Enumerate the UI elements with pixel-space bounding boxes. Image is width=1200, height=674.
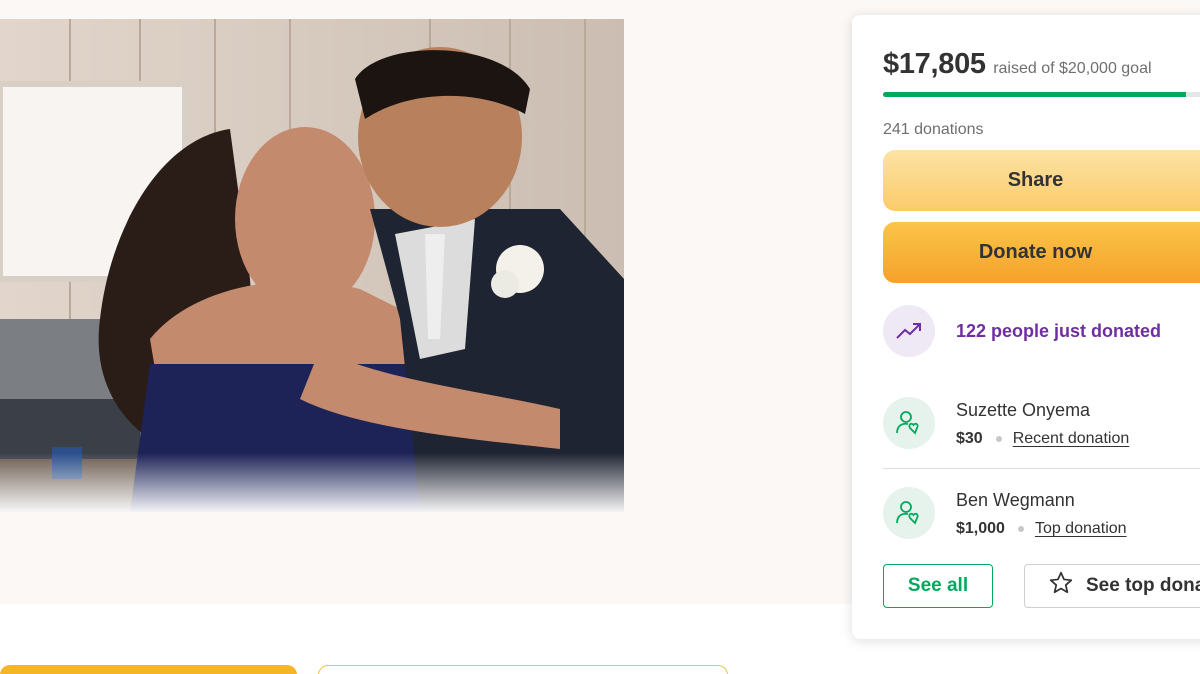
donor-amount: $1,000 (956, 520, 1005, 537)
star-icon (1048, 570, 1074, 602)
share-button[interactable]: Share (883, 150, 1200, 211)
see-top-donations-button[interactable]: See top donations (1024, 564, 1200, 608)
donor-name: Ben Wegmann (956, 490, 1075, 510)
recent-activity: 122 people just donated (883, 305, 1161, 357)
donor-heart-icon (883, 397, 935, 449)
donor-item: Ben Wegmann $1,000 Top donation (883, 486, 1127, 539)
recent-donors-text: 122 people just donated (956, 320, 1162, 341)
progress-bar (883, 92, 1200, 97)
see-top-donations-label: See top donations (1086, 575, 1200, 596)
bottom-primary-button[interactable] (0, 665, 297, 674)
separator-dot (995, 436, 1002, 442)
progress-fill (883, 92, 1186, 97)
donor-amount: $30 (956, 430, 983, 447)
campaign-photo (0, 19, 624, 512)
top-donation-link[interactable]: Top donation (1035, 520, 1127, 538)
raised-summary: $17,805 raised of $20,000 goal (883, 48, 1152, 81)
donations-count: 241 donations (883, 121, 984, 138)
recent-donation-link[interactable]: Recent donation (1013, 430, 1130, 448)
donor-item: Suzette Onyema $30 Recent donation (883, 396, 1129, 449)
donor-name: Suzette Onyema (956, 400, 1091, 420)
donate-now-button[interactable]: Donate now (883, 222, 1200, 283)
separator-dot (1017, 526, 1024, 532)
divider (883, 468, 1200, 469)
donor-heart-icon (883, 487, 935, 539)
goal-text: raised of $20,000 goal (993, 60, 1152, 77)
see-all-button[interactable]: See all (883, 564, 993, 608)
bottom-secondary-button[interactable] (318, 665, 728, 674)
raised-amount: $17,805 (883, 48, 986, 80)
donation-card: $17,805 raised of $20,000 goal 241 donat… (852, 15, 1200, 639)
trending-up-icon (883, 305, 935, 357)
